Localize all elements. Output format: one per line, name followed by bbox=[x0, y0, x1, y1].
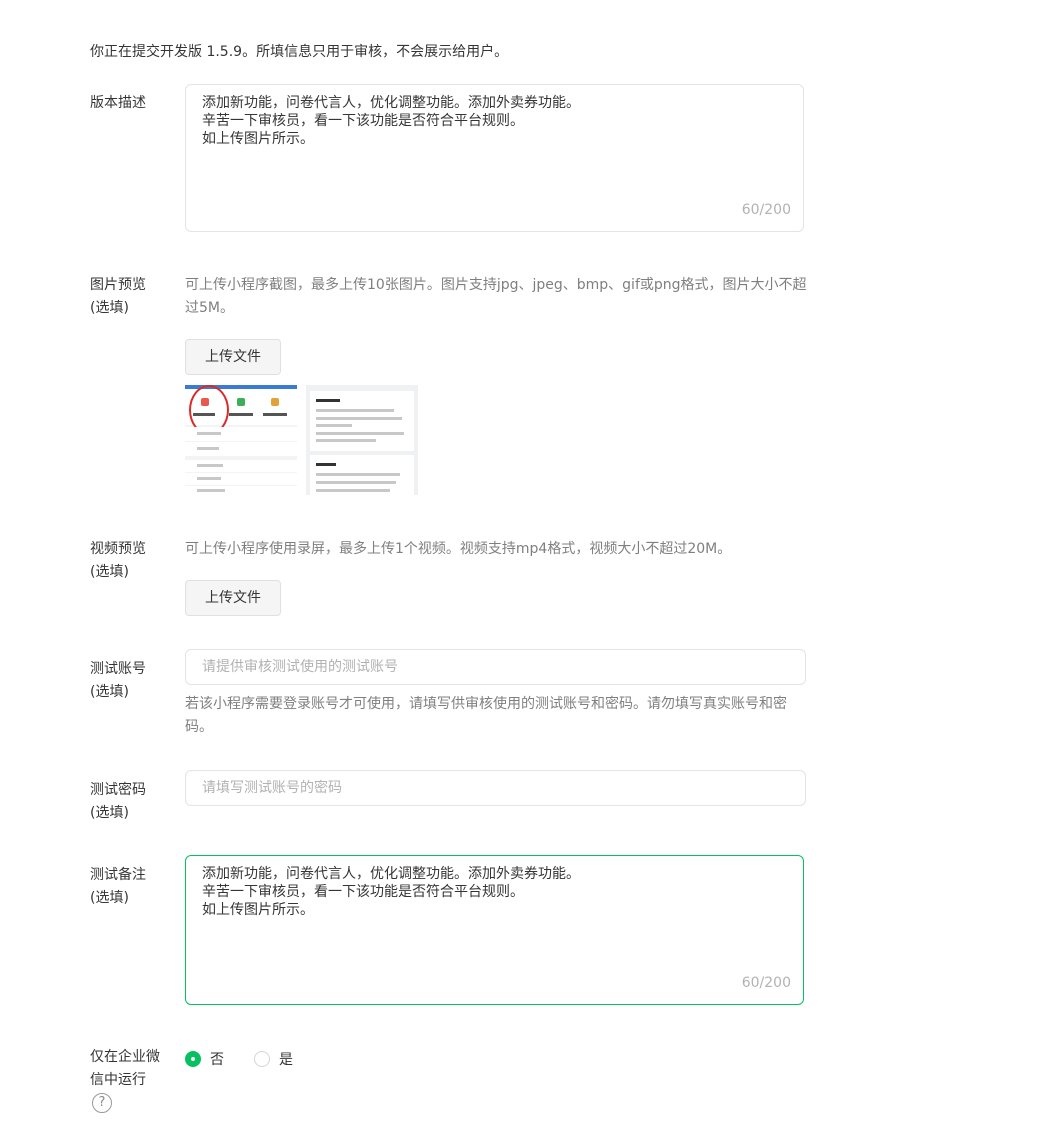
thumb-text-line bbox=[316, 489, 390, 492]
thumb-text-line bbox=[197, 432, 221, 435]
test-notes-line: 添加新功能，问卷代言人，优化调整功能。添加外卖券功能。 bbox=[202, 866, 580, 882]
optional-tag: (选填) bbox=[90, 890, 129, 906]
thumb-text-line bbox=[316, 432, 404, 435]
image-thumbnail-2[interactable] bbox=[306, 385, 418, 495]
version-desc-textarea[interactable]: 添加新功能，问卷代言人，优化调整功能。添加外卖券功能。 辛苦一下审核员，看一下该… bbox=[185, 84, 804, 232]
image-upload-button[interactable]: 上传文件 bbox=[185, 339, 281, 375]
test-notes-line: 如上传图片所示。 bbox=[202, 902, 314, 918]
image-preview-hint: 可上传小程序截图，最多上传10张图片。图片支持jpg、jpeg、bmp、gif或… bbox=[185, 277, 807, 316]
thumb-list-row bbox=[185, 427, 297, 441]
radio-no-label[interactable]: 否 bbox=[210, 1049, 224, 1069]
thumb-list-row bbox=[185, 442, 297, 456]
thumb-text-line bbox=[197, 489, 225, 492]
version-desc-label: 版本描述 bbox=[90, 95, 146, 111]
test-account-hint: 若该小程序需要登录账号才可使用，请填写供审核使用的测试账号和密码。请勿填写真实账… bbox=[185, 696, 787, 735]
test-notes-label: 测试备注 (选填) bbox=[90, 864, 170, 910]
test-account-input[interactable]: 请提供审核测试使用的测试账号 bbox=[185, 649, 806, 685]
version-desc-line: 如上传图片所示。 bbox=[202, 131, 314, 147]
thumb-text-line bbox=[316, 473, 400, 476]
thumb-text-line bbox=[316, 481, 396, 484]
thumb-text-line bbox=[316, 399, 340, 402]
thumb-text-line bbox=[316, 424, 352, 427]
optional-tag: (选填) bbox=[90, 684, 129, 700]
thumb-text-line bbox=[316, 439, 376, 442]
optional-tag: (选填) bbox=[90, 805, 129, 821]
test-password-input[interactable]: 请填写测试账号的密码 bbox=[185, 770, 806, 806]
test-notes-line: 辛苦一下审核员，看一下该功能是否符合平台规则。 bbox=[202, 884, 524, 900]
thumb-text-card bbox=[310, 455, 414, 495]
thumb-text-line bbox=[316, 417, 402, 420]
version-desc-line: 添加新功能，问卷代言人，优化调整功能。添加外卖券功能。 bbox=[202, 95, 580, 111]
video-preview-hint: 可上传小程序使用录屏，最多上传1个视频。视频支持mp4格式，视频大小不超过20M… bbox=[185, 541, 732, 557]
thumb-list-row bbox=[185, 460, 297, 472]
thumb-text-line bbox=[316, 409, 394, 412]
thumb-text-line bbox=[197, 447, 219, 450]
thumb-text-line bbox=[229, 413, 253, 416]
image-preview-label: 图片预览 (选填) bbox=[90, 274, 170, 320]
submission-notice: 你正在提交开发版 1.5.9。所填信息只用于审核，不会展示给用户。 bbox=[90, 44, 509, 60]
test-notes-counter: 60/200 bbox=[741, 975, 791, 991]
radio-yes-label[interactable]: 是 bbox=[279, 1049, 293, 1069]
video-upload-button[interactable]: 上传文件 bbox=[185, 580, 281, 616]
radio-no[interactable] bbox=[185, 1051, 201, 1067]
thumb-app-icon bbox=[237, 398, 245, 406]
thumb-text-line bbox=[316, 463, 336, 466]
test-account-label: 测试账号 (选填) bbox=[90, 658, 170, 704]
optional-tag: (选填) bbox=[90, 300, 129, 316]
image-thumbnail-1[interactable] bbox=[185, 385, 297, 495]
test-password-label: 测试密码 (选填) bbox=[90, 779, 170, 825]
thumb-list-row bbox=[185, 473, 297, 485]
version-desc-line: 辛苦一下审核员，看一下该功能是否符合平台规则。 bbox=[202, 113, 524, 129]
optional-tag: (选填) bbox=[90, 564, 129, 580]
thumb-text-line bbox=[197, 477, 221, 480]
wecom-only-label: 仅在企业微 信中运行 bbox=[90, 1049, 160, 1088]
thumb-text-card bbox=[310, 391, 414, 451]
thumb-list-row bbox=[185, 486, 297, 495]
video-preview-label: 视频预览 (选填) bbox=[90, 538, 170, 584]
question-circle-icon[interactable]: ? bbox=[92, 1093, 112, 1113]
test-notes-textarea[interactable]: 添加新功能，问卷代言人，优化调整功能。添加外卖券功能。 辛苦一下审核员，看一下该… bbox=[185, 855, 804, 1005]
version-desc-counter: 60/200 bbox=[741, 202, 791, 218]
thumb-app-icon bbox=[271, 398, 279, 406]
thumb-text-line bbox=[263, 413, 287, 416]
thumb-text-line bbox=[197, 464, 223, 467]
radio-yes[interactable] bbox=[254, 1051, 270, 1067]
